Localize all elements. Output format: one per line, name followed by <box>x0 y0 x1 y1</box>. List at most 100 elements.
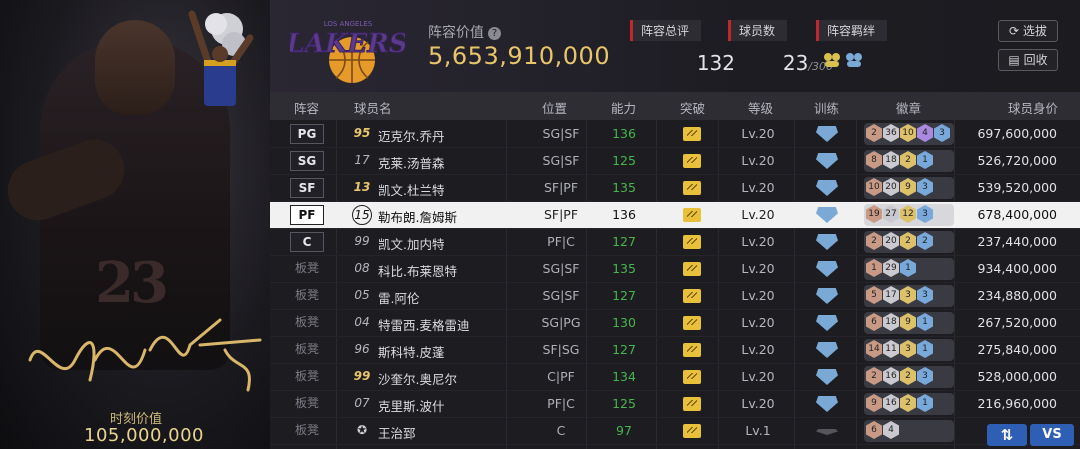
crown-icon[interactable] <box>683 289 701 303</box>
crown-icon[interactable] <box>683 127 701 141</box>
badge-list[interactable]: 9 16 2 1 <box>866 394 933 415</box>
training-icon[interactable] <box>816 429 838 435</box>
player-name[interactable]: 王治郅 <box>378 423 416 442</box>
training-icon[interactable] <box>816 369 838 385</box>
training-icon[interactable] <box>816 126 838 142</box>
player-name[interactable]: 特雷西.麦格雷迪 <box>378 315 469 334</box>
bond-icons[interactable] <box>822 51 887 73</box>
player-name[interactable]: 克莱.汤普森 <box>378 153 444 172</box>
player-ability: 134 <box>612 369 636 384</box>
crown-icon[interactable] <box>683 343 701 357</box>
badge-list[interactable]: 8 18 2 1 <box>866 151 933 172</box>
crown-icon[interactable] <box>683 424 701 438</box>
lineup-slot[interactable]: 板凳 <box>290 340 324 360</box>
col-lineup[interactable]: 阵容 <box>294 98 319 117</box>
training-icon[interactable] <box>816 342 838 358</box>
badge-list[interactable]: 6 18 9 1 <box>866 313 933 334</box>
player-name[interactable]: 沙奎尔.奥尼尔 <box>378 369 457 388</box>
player-name[interactable]: 迈克尔.乔丹 <box>378 126 444 145</box>
training-icon[interactable] <box>816 261 838 277</box>
recycle-button[interactable]: ▤ 回收 <box>998 49 1058 71</box>
stat-bonds[interactable]: 阵容羁绊 <box>816 20 888 73</box>
lineup-slot[interactable]: PG <box>290 124 324 144</box>
table-row[interactable]: PG 95 迈克尔.乔丹 SG|SF 136 Lv.20 2 36 10 4 3 697,600,00… <box>270 121 1080 148</box>
badge-list[interactable]: 10 20 9 3 <box>866 178 933 199</box>
recycle-icon: ▤ <box>1008 53 1024 67</box>
lineup-slot[interactable]: 板凳 <box>290 394 324 414</box>
col-ability[interactable]: 能力 <box>611 98 636 117</box>
player-position: PF|C <box>547 234 575 249</box>
table-row[interactable]: C 99 凯文.加内特 PF|C 127 Lv.20 2 20 2 2 237,440,000 <box>270 229 1080 256</box>
badge-icon: 36 <box>883 124 899 142</box>
training-icon[interactable] <box>816 153 838 169</box>
vs-button[interactable]: VS <box>1030 424 1074 446</box>
player-number: 15 <box>352 205 372 225</box>
player-level: Lv.20 <box>741 342 775 357</box>
lineup-slot[interactable]: 板凳 <box>290 259 324 279</box>
col-badges[interactable]: 徽章 <box>896 98 921 117</box>
player-ability: 135 <box>612 261 636 276</box>
col-position[interactable]: 位置 <box>542 98 567 117</box>
col-name[interactable]: 球员名 <box>354 98 392 117</box>
training-icon[interactable] <box>816 207 838 223</box>
col-value[interactable]: 球员身价 <box>1008 98 1058 117</box>
help-icon[interactable]: ? <box>488 27 501 40</box>
lineup-slot[interactable]: 板凳 <box>290 367 324 387</box>
lineup-slot[interactable]: 板凳 <box>290 286 324 306</box>
player-name[interactable]: 克里斯.波什 <box>378 396 444 415</box>
badge-list[interactable]: 1 29 1 <box>866 259 916 280</box>
crown-icon[interactable] <box>683 154 701 168</box>
player-name[interactable]: 雷.阿伦 <box>378 288 419 307</box>
player-position: SG|SF <box>542 261 580 276</box>
player-number: 96 <box>354 342 370 356</box>
badge-list[interactable]: 2 20 2 2 <box>866 232 933 253</box>
table-row[interactable]: 板凳 07 克里斯.波什 PF|C 125 Lv.20 9 16 2 1 216,960,000 <box>270 391 1080 418</box>
table-row[interactable]: 板凳 99 沙奎尔.奥尼尔 C|PF 134 Lv.20 2 16 2 3 528,000,000 <box>270 364 1080 391</box>
player-name[interactable]: 科比.布莱恩特 <box>378 261 457 280</box>
lineup-slot[interactable]: PF <box>290 205 324 225</box>
training-icon[interactable] <box>816 180 838 196</box>
player-card[interactable]: 23 时刻价值 105,000,000 <box>0 0 270 449</box>
badge-list[interactable]: 5 17 3 3 <box>866 286 933 307</box>
table-row[interactable]: PF 15 勒布朗.詹姆斯 SF|PF 136 Lv.20 19 27 12 3 678,400,0… <box>270 202 1080 229</box>
training-icon[interactable] <box>816 288 838 304</box>
badge-list[interactable]: 19 27 12 3 <box>866 205 933 226</box>
player-ability: 127 <box>612 342 636 357</box>
player-name[interactable]: 勒布朗.詹姆斯 <box>378 207 457 226</box>
crown-icon[interactable] <box>683 316 701 330</box>
badge-icon: 4 <box>917 124 933 142</box>
lineup-slot[interactable]: 板凳 <box>290 421 324 441</box>
swap-button[interactable]: ⇅ <box>987 424 1027 446</box>
table-row[interactable]: 板凳 08 科比.布莱恩特 SG|SF 135 Lv.20 1 29 1 934,400,000 <box>270 256 1080 283</box>
badge-list[interactable]: 2 16 2 3 <box>866 367 933 388</box>
training-icon[interactable] <box>816 396 838 412</box>
player-name[interactable]: 凯文.杜兰特 <box>378 180 444 199</box>
col-training[interactable]: 训练 <box>814 98 839 117</box>
badge-list[interactable]: 2 36 10 4 3 <box>866 124 950 145</box>
crown-icon[interactable] <box>683 262 701 276</box>
training-icon[interactable] <box>816 315 838 331</box>
lineup-slot[interactable]: SF <box>290 178 324 198</box>
col-breakthrough[interactable]: 突破 <box>680 98 705 117</box>
lineup-slot[interactable]: C <box>290 232 324 252</box>
player-name[interactable]: 斯科特.皮蓬 <box>378 342 444 361</box>
badge-list[interactable]: 14 11 3 1 <box>866 340 933 361</box>
lineup-slot[interactable]: SG <box>290 151 324 171</box>
crown-icon[interactable] <box>683 370 701 384</box>
lineup-slot[interactable]: 板凳 <box>290 313 324 333</box>
table-row[interactable]: 板凳 ✪ 王治郅 C 97 Lv.1 6 4 <box>270 418 1080 445</box>
training-icon[interactable] <box>816 234 838 250</box>
crown-icon[interactable] <box>683 397 701 411</box>
table-row[interactable]: 板凳 04 特雷西.麦格雷迪 SG|PG 130 Lv.20 6 18 9 1 267,520,00… <box>270 310 1080 337</box>
crown-icon[interactable] <box>683 181 701 195</box>
table-row[interactable]: SG 17 克莱.汤普森 SG|SF 125 Lv.20 8 18 2 1 526,720,000 <box>270 148 1080 175</box>
table-row[interactable]: SF 13 凯文.杜兰特 SF|PF 135 Lv.20 10 20 9 3 539,520,000 <box>270 175 1080 202</box>
col-level[interactable]: 等级 <box>748 98 773 117</box>
table-row[interactable]: 板凳 05 雷.阿伦 SG|SF 127 Lv.20 5 17 3 3 234,880,000 <box>270 283 1080 310</box>
crown-icon[interactable] <box>683 235 701 249</box>
table-row[interactable]: 板凳 96 斯科特.皮蓬 SF|SG 127 Lv.20 14 11 3 1 275,840,000 <box>270 337 1080 364</box>
crown-icon[interactable] <box>683 208 701 222</box>
badge-list[interactable]: 64 <box>866 421 899 442</box>
pick-button[interactable]: ⟳ 选拔 <box>998 20 1058 42</box>
player-name[interactable]: 凯文.加内特 <box>378 234 444 253</box>
